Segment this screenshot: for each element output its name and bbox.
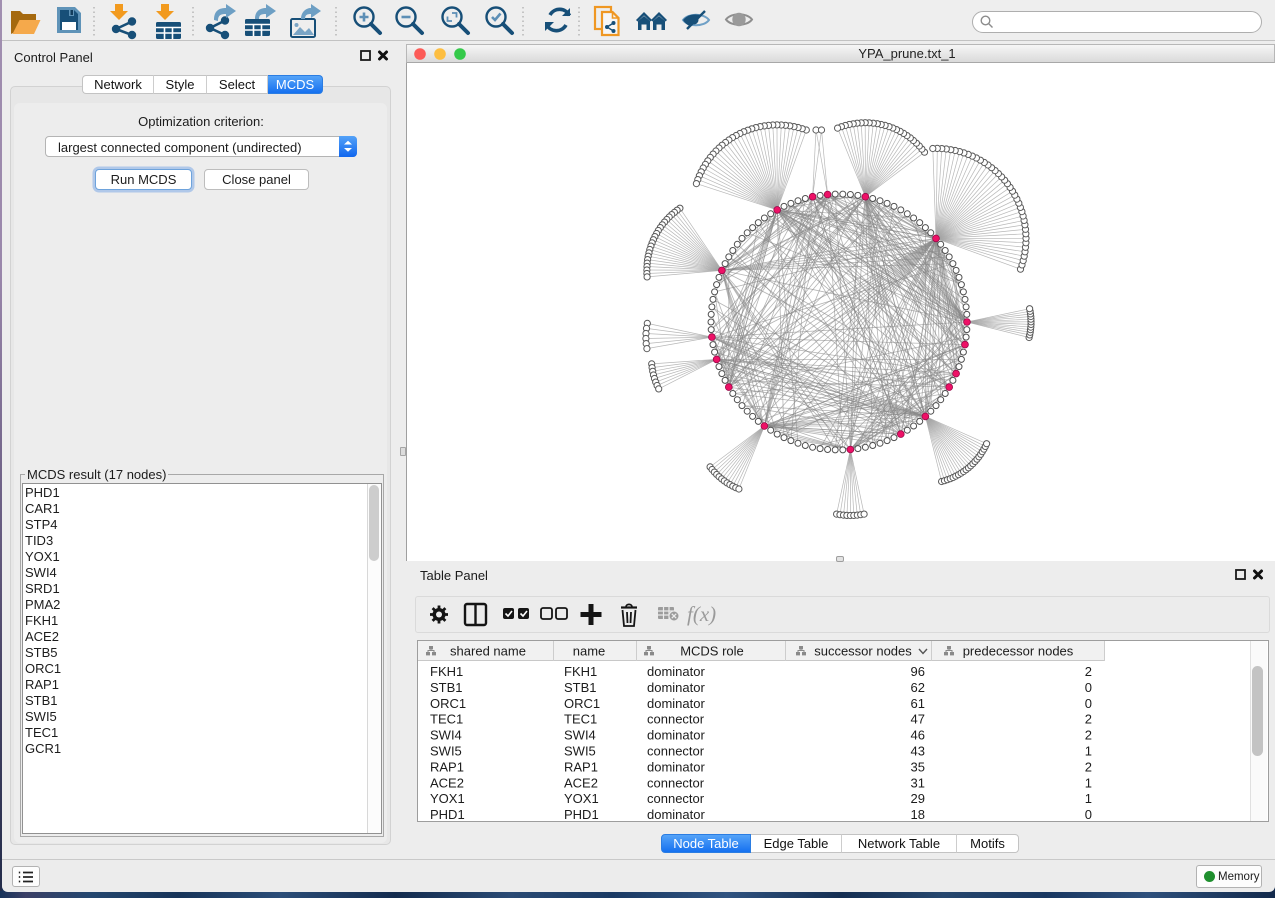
svg-text:connector: connector (647, 791, 705, 806)
svg-text:FKH1: FKH1 (430, 664, 463, 679)
svg-text:0: 0 (1085, 680, 1092, 695)
svg-text:SWI5: SWI5 (430, 744, 462, 759)
svg-text:47: 47 (911, 712, 925, 727)
svg-text:predecessor nodes: predecessor nodes (963, 644, 1074, 659)
svg-text:0: 0 (1085, 696, 1092, 711)
svg-text:STB1: STB1 (564, 680, 597, 695)
svg-text:dominator: dominator (647, 728, 705, 743)
svg-text:ORC1: ORC1 (430, 696, 466, 711)
svg-text:name: name (573, 644, 606, 659)
svg-text:1: 1 (1085, 744, 1092, 759)
svg-text:f(x): f(x) (687, 602, 716, 626)
svg-text:2: 2 (1085, 759, 1092, 774)
svg-text:2: 2 (1085, 712, 1092, 727)
svg-text:1: 1 (1085, 791, 1092, 806)
svg-text:YOX1: YOX1 (564, 791, 599, 806)
svg-text:ORC1: ORC1 (564, 696, 600, 711)
svg-text:SWI4: SWI4 (430, 728, 462, 743)
svg-text:RAP1: RAP1 (430, 759, 464, 774)
svg-text:dominator: dominator (647, 664, 705, 679)
svg-text:2: 2 (1085, 728, 1092, 743)
svg-text:RAP1: RAP1 (564, 759, 598, 774)
svg-text:YOX1: YOX1 (430, 791, 465, 806)
svg-text:29: 29 (911, 791, 925, 806)
svg-text:MCDS role: MCDS role (680, 644, 744, 659)
svg-text:shared name: shared name (450, 644, 526, 659)
svg-text:96: 96 (911, 664, 925, 679)
svg-text:SWI4: SWI4 (564, 728, 596, 743)
svg-text:dominator: dominator (647, 696, 705, 711)
svg-text:2: 2 (1085, 664, 1092, 679)
svg-text:dominator: dominator (647, 807, 705, 821)
svg-text:18: 18 (911, 807, 925, 821)
svg-text:35: 35 (911, 759, 925, 774)
svg-text:PHD1: PHD1 (430, 807, 465, 821)
svg-text:connector: connector (647, 744, 705, 759)
svg-text:FKH1: FKH1 (564, 664, 597, 679)
svg-text:PHD1: PHD1 (564, 807, 599, 821)
svg-text:1: 1 (1085, 775, 1092, 790)
svg-text:successor nodes: successor nodes (814, 644, 912, 659)
svg-text:31: 31 (911, 775, 925, 790)
svg-text:STB1: STB1 (430, 680, 463, 695)
svg-text:43: 43 (911, 744, 925, 759)
svg-text:TEC1: TEC1 (564, 712, 597, 727)
svg-text:46: 46 (911, 728, 925, 743)
svg-text:TEC1: TEC1 (430, 712, 463, 727)
svg-text:SWI5: SWI5 (564, 744, 596, 759)
svg-text:dominator: dominator (647, 680, 705, 695)
svg-text:62: 62 (911, 680, 925, 695)
svg-text:ACE2: ACE2 (430, 775, 464, 790)
svg-text:dominator: dominator (647, 759, 705, 774)
svg-text:ACE2: ACE2 (564, 775, 598, 790)
svg-text:connector: connector (647, 775, 705, 790)
svg-text:61: 61 (911, 696, 925, 711)
svg-text:connector: connector (647, 712, 705, 727)
svg-text:0: 0 (1085, 807, 1092, 821)
